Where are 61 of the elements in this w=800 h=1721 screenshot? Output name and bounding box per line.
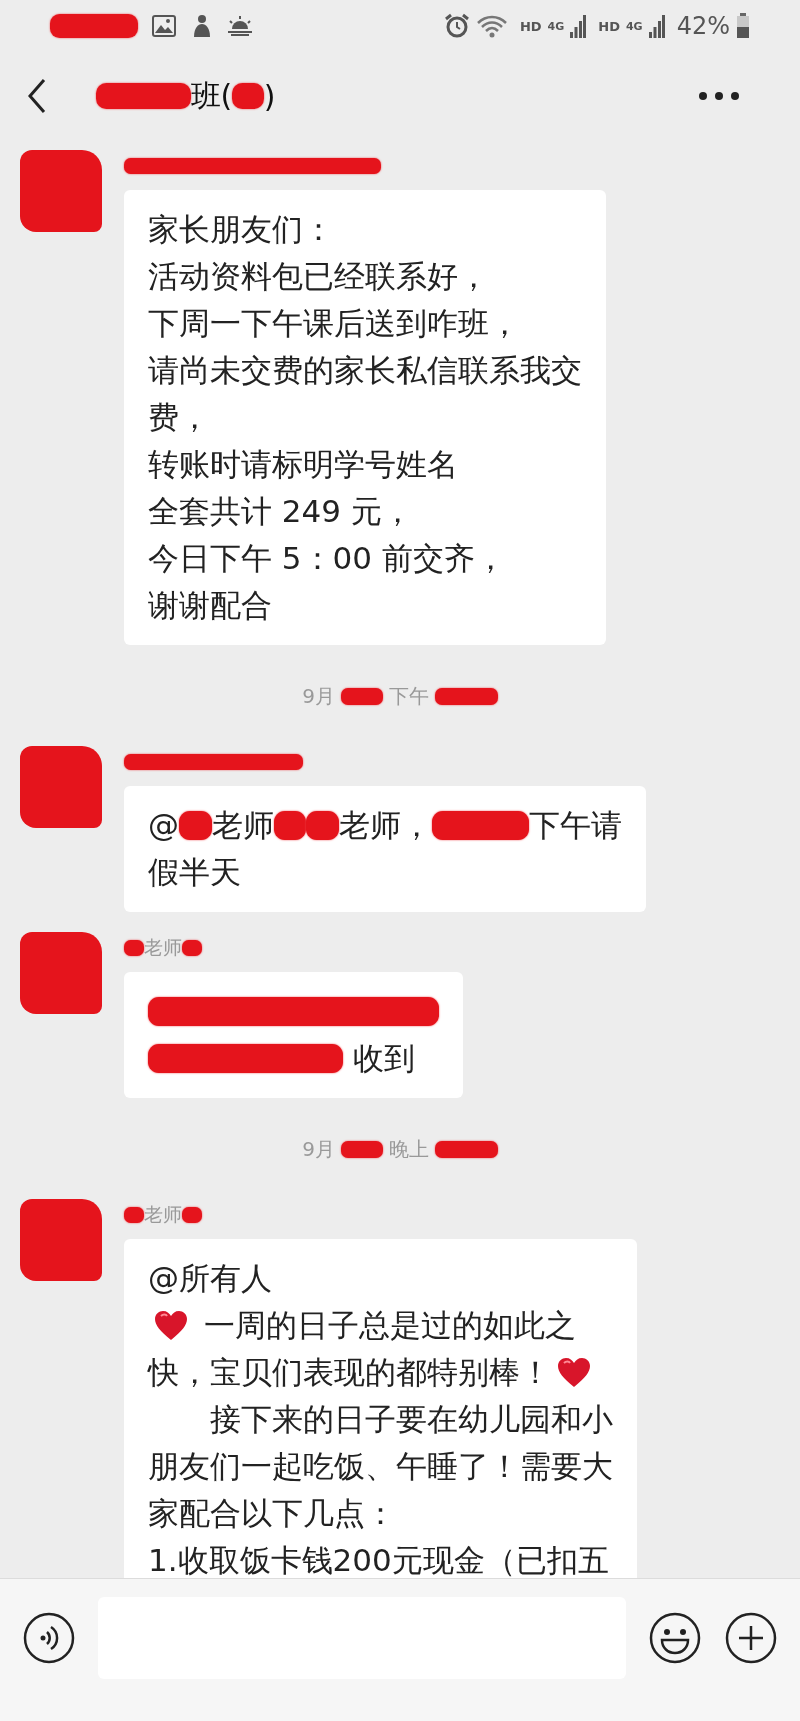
redaction-mark — [181, 1206, 202, 1224]
message-text: 老师 — [211, 806, 274, 845]
message-text: 一周的日子总是过的如此之 — [202, 1306, 576, 1345]
timestamp: 下午 — [388, 683, 429, 710]
redaction-mark — [306, 810, 339, 841]
hd-label: HD — [519, 18, 542, 34]
message-text: 假半天 — [148, 853, 241, 892]
message-text: 1.收取饭卡钱200元现金（已扣五 — [148, 1541, 609, 1578]
battery-percent: 42% — [676, 12, 730, 40]
network-label: 4G — [625, 20, 643, 33]
message-text: 朋友们一起吃饭、午睡了！需要大 — [148, 1447, 613, 1486]
weather-icon — [226, 15, 255, 37]
signal-icon — [648, 14, 665, 38]
message-text: 费， — [148, 398, 210, 437]
more-icon[interactable] — [698, 91, 740, 101]
timestamp: 9月 — [302, 683, 335, 710]
chat-title: 班( — [190, 76, 233, 115]
message-text: 全套共计 249 元， — [148, 492, 413, 531]
add-icon[interactable] — [724, 1611, 778, 1665]
signal-icon — [570, 14, 587, 38]
emoji-icon[interactable] — [648, 1611, 702, 1665]
redaction-mark — [340, 688, 383, 705]
message-text: 今日下午 5：00 前交齐， — [148, 539, 506, 578]
redaction-mark — [434, 1141, 498, 1158]
message-text: @ — [148, 806, 179, 845]
voice-icon[interactable] — [22, 1611, 76, 1665]
hd-label: HD — [598, 18, 620, 34]
redaction-mark — [434, 688, 498, 705]
redaction-mark — [179, 810, 212, 841]
sender-name: 老师 — [143, 1202, 182, 1227]
message-text: 请尚未交费的家长私信联系我交 — [148, 351, 582, 390]
wifi-icon — [475, 14, 508, 38]
heart-icon — [557, 1356, 591, 1389]
alarm-icon — [443, 13, 470, 39]
message-text: 活动资料包已经联系好， — [148, 257, 489, 296]
timestamp: 晚上 — [388, 1136, 429, 1163]
chat-title: ) — [263, 78, 276, 114]
redaction-mark — [124, 1206, 144, 1224]
message-text: 接下来的日子要在幼儿园和小 — [209, 1400, 613, 1439]
message-text: 快，宝贝们表现的都特别棒！ — [148, 1353, 551, 1392]
sender-name: 老师 — [143, 935, 182, 960]
message-text: 收到 — [352, 1039, 416, 1078]
message-text: 下周一下午课后送到咋班， — [148, 304, 520, 343]
image-icon — [152, 15, 177, 37]
timestamp: 9月 — [302, 1136, 335, 1163]
message-text: 转账时请标明学号姓名 — [148, 445, 458, 484]
message-text: 家长朋友们： — [148, 210, 334, 249]
back-icon[interactable] — [26, 78, 48, 114]
redaction-mark — [340, 1141, 383, 1158]
battery-icon — [736, 13, 750, 39]
redaction-mark — [273, 810, 307, 841]
message-text: 家配合以下几点： — [148, 1494, 396, 1533]
network-label: 4G — [547, 20, 565, 33]
message-text: 老师， — [338, 806, 432, 845]
redaction-mark — [124, 939, 144, 957]
redaction-mark — [232, 83, 264, 109]
message-text: 下午请 — [529, 806, 623, 845]
message-text: @所有人 — [148, 1259, 272, 1298]
message-text: 谢谢配合 — [148, 586, 272, 625]
heart-icon — [154, 1309, 188, 1342]
redaction-mark — [181, 939, 202, 957]
